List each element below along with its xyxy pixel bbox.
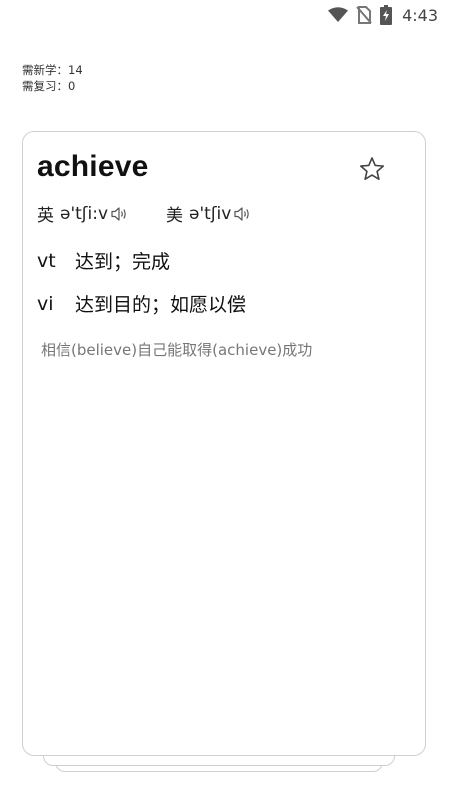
clock: 4:43 <box>402 5 438 25</box>
word-card[interactable]: achieve 英 ə'tʃi:v 美 ə'tʃiv vt 达到；完成 vi 达… <box>22 131 426 756</box>
definition-row: vt 达到；完成 <box>37 247 170 274</box>
definition-meaning: 达到目的；如愿以偿 <box>75 294 247 316</box>
wifi-icon <box>328 7 349 23</box>
part-of-speech: vi <box>37 292 54 315</box>
pron-uk-label: 英 <box>37 206 54 226</box>
speaker-icon[interactable] <box>234 206 251 222</box>
definition-row: vi 达到目的；如愿以偿 <box>37 290 246 317</box>
pron-uk-ipa: ə'tʃi:v <box>60 203 109 224</box>
status-bar: 4:43 <box>0 0 450 30</box>
new-words-count: 需新学：14 <box>22 63 83 77</box>
speaker-icon[interactable] <box>111 206 128 222</box>
star-outline-icon <box>359 156 385 186</box>
definition-meaning: 达到；完成 <box>75 251 171 273</box>
favorite-button[interactable] <box>359 156 385 186</box>
pronunciation-us[interactable]: 美 ə'tʃiv <box>166 201 251 226</box>
review-words-count: 需复习：0 <box>22 79 76 93</box>
battery-charging-icon <box>380 5 393 25</box>
mnemonic-sentence: 相信(believe)自己能取得(achieve)成功 <box>41 341 313 359</box>
pronunciation-uk[interactable]: 英 ə'tʃi:v <box>37 201 128 226</box>
word-title: achieve <box>37 150 149 183</box>
part-of-speech: vt <box>37 249 56 272</box>
pronunciation-row: 英 ə'tʃi:v 美 ə'tʃiv <box>37 201 251 226</box>
pron-us-ipa: ə'tʃiv <box>189 203 232 224</box>
no-sim-icon <box>356 6 372 24</box>
pron-us-label: 美 <box>166 206 184 226</box>
study-counters: 需新学：14 需复习：0 <box>22 62 83 94</box>
